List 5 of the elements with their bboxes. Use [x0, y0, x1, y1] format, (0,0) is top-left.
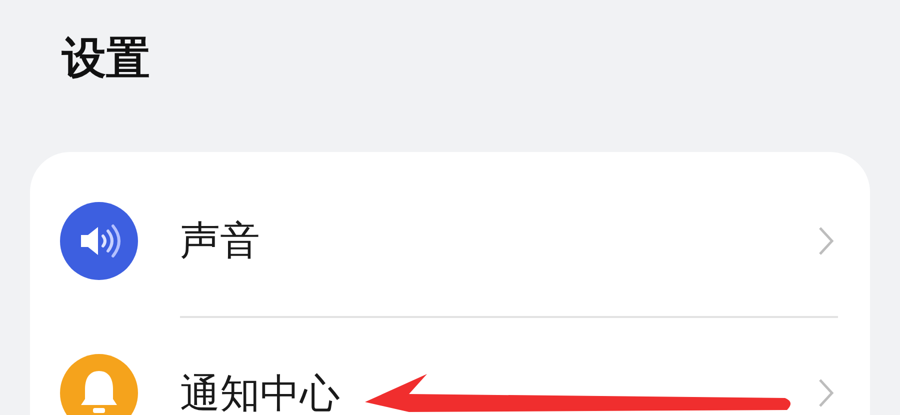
chevron-right-icon: [818, 226, 834, 256]
chevron-right-icon: [818, 378, 834, 408]
setting-label[interactable]: 声音: [180, 213, 818, 268]
setting-label[interactable]: 通知中心: [180, 366, 818, 415]
page-title: 设置: [60, 32, 151, 86]
